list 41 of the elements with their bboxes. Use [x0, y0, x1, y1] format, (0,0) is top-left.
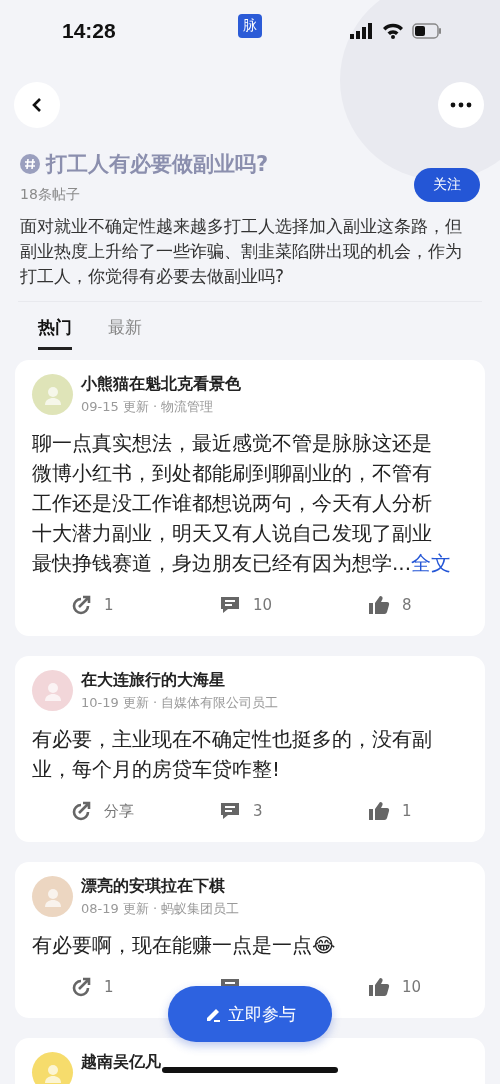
wifi-icon	[382, 23, 404, 39]
author-name: 漂亮的安琪拉在下棋	[81, 876, 226, 897]
action-count: 1	[104, 978, 114, 996]
action-count: 8	[402, 596, 412, 614]
battery-icon	[412, 23, 442, 39]
share-icon	[70, 594, 92, 616]
comment-icon	[219, 594, 241, 616]
full-text-link[interactable]: 全文	[411, 551, 452, 575]
action-count: 3	[253, 802, 263, 820]
author-name: 在大连旅行的大海星	[81, 670, 226, 691]
post-meta: 08-19 更新 · 蚂蚁集团员工	[81, 900, 240, 918]
status-time: 14:28	[62, 19, 116, 43]
share-icon	[70, 800, 92, 822]
thumbs-up-icon	[368, 594, 390, 616]
topic-title: 打工人有必要做副业吗?	[46, 151, 269, 178]
post-text: 有必要啊，现在能赚一点是一点😂	[32, 932, 337, 959]
thumbs-up-icon	[368, 800, 390, 822]
app-badge: 脉	[238, 14, 262, 38]
post-text: 有必要，主业现在不确定性也挺多的，没有副业，每个月的房贷车贷咋整!	[32, 726, 433, 783]
author-name: 小熊猫在魁北克看景色	[81, 374, 241, 395]
post-count: 18条帖子	[20, 186, 81, 204]
action-count: 10	[253, 596, 273, 614]
thumbs-up-icon	[368, 976, 390, 998]
action-count: 分享	[104, 801, 134, 821]
post-meta: 10-19 更新 · 自媒体有限公司员工	[81, 694, 279, 712]
author-name: 越南吴亿凡	[81, 1052, 161, 1073]
follow-button[interactable]: 关注	[414, 168, 480, 202]
ellipsis-icon	[450, 102, 472, 108]
action-count: 1	[104, 596, 114, 614]
post-meta: 09-15 更新 · 物流管理	[81, 398, 215, 416]
topic-description: 面对就业不确定性越来越多打工人选择加入副业这条路，但副业热度上升给了一些诈骗、割韭菜陷阱出现的机会，作为打工人，你觉得有必要去做副业吗?	[20, 215, 463, 288]
share-icon	[70, 976, 92, 998]
back-button[interactable]	[14, 82, 60, 128]
action-count: 1	[402, 802, 412, 820]
signal-icon	[350, 23, 374, 39]
join-button[interactable]: 立即参与	[168, 986, 332, 1042]
hashtag-icon	[20, 154, 40, 174]
feed-tab[interactable]: 最新	[108, 316, 142, 350]
feed-tab[interactable]: 热门	[38, 316, 72, 350]
comment-icon	[219, 800, 241, 822]
action-count: 10	[402, 978, 422, 996]
